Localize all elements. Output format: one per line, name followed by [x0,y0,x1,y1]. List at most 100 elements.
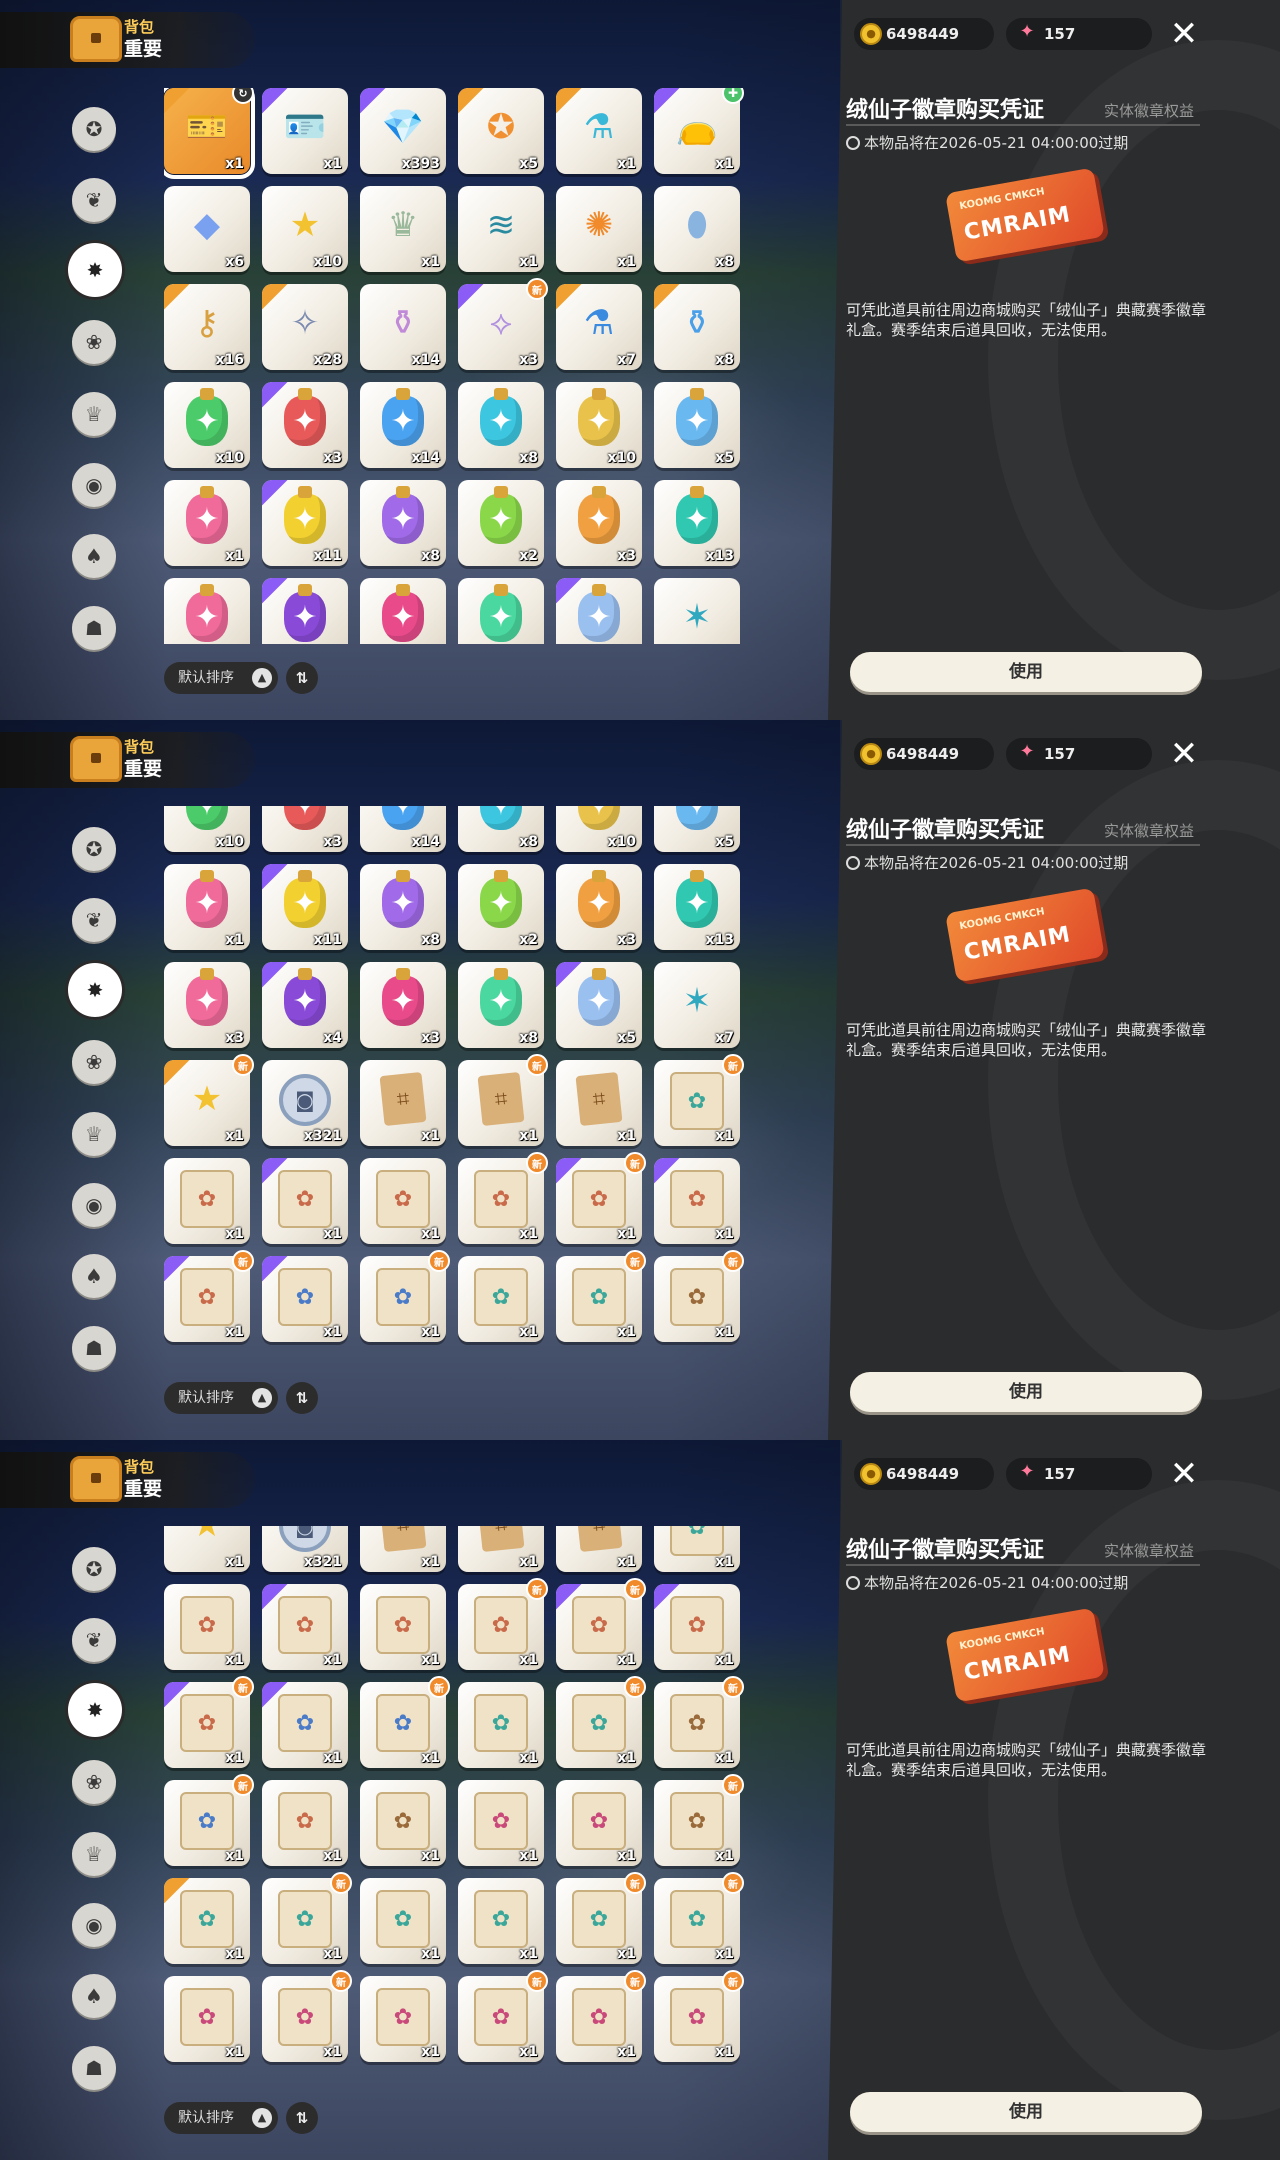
inventory-item-scroll-red[interactable]: ✿ x1 新 [458,1152,548,1244]
leaf-ball-icon[interactable]: ❀ [72,1760,116,1804]
leaf-icon[interactable]: ❦ [72,178,116,222]
inventory-item-p-teal[interactable]: ✦ x13 [654,480,740,566]
sort-button[interactable]: 默认排序 ▲ [164,1382,278,1414]
inventory-item-scroll-pink[interactable]: ✿ x1 新 [458,1970,548,2062]
inventory-item-scroll-teal[interactable]: ✿ x1 新 [654,1054,744,1146]
inventory-item-crystal-bottle[interactable]: ⟡ x3 新 [458,278,548,370]
inventory-item-p-red[interactable]: ✦ x3 [262,806,348,852]
inventory-item-scroll-pink[interactable]: ✿ x1 新 [262,1970,352,2062]
inventory-item-p-swirl[interactable]: ✦ [556,578,642,644]
inventory-item-teal-star[interactable]: ✶ [654,578,740,644]
acorn-icon[interactable]: ♠ [72,1974,116,2018]
close-icon[interactable]: ✕ [1166,16,1202,52]
inventory-item-coin[interactable]: ◙ x321 [262,1060,348,1146]
inventory-item-crown[interactable]: ♛ x1 [360,186,446,272]
inventory-item-scroll-blue[interactable]: ✿ x1 [262,1682,348,1768]
inventory-item-scroll-blue[interactable]: ✿ x1 新 [360,1250,450,1342]
inventory-item-gold-star[interactable]: ★ x1 [164,1526,250,1572]
inventory-item-sunflower[interactable]: ✺ x1 [556,186,642,272]
inventory-item-scroll-teal[interactable]: ✿ x1 [458,1878,544,1964]
inventory-item-scroll-red[interactable]: ✿ x1 [262,1158,348,1244]
compass-star-icon[interactable]: ✸ [68,963,122,1017]
use-button[interactable]: 使用 [850,2092,1202,2132]
inventory-item-scroll-pink[interactable]: ✿ x1 新 [654,1970,744,2062]
inventory-item-scroll-pink[interactable]: ✿ x1 [164,1976,250,2062]
inventory-item-scroll-pink[interactable]: ✿ x1 新 [556,1970,646,2062]
sort-button[interactable]: 默认排序 ▲ [164,662,278,694]
inventory-item-p-orange[interactable]: ✦ x3 [556,864,642,950]
inventory-item-stone[interactable]: ⬮ x8 [654,186,740,272]
inventory-item-p-gold[interactable]: ✦ x10 [556,382,642,468]
inventory-item-p-swirl[interactable]: ✦ x5 [556,962,642,1048]
inventory-item-p-pink[interactable]: ✦ [164,578,250,644]
inventory-item-scroll-red[interactable]: ✿ x1 [164,1158,250,1244]
inventory-item-rainbow-bottle[interactable]: ⚱ x14 [360,284,446,370]
inventory-item-wave[interactable]: ≋ x1 [458,186,544,272]
inventory-item-p-yellow[interactable]: ✦ x11 [262,864,348,950]
inventory-item-scroll-red[interactable]: ✿ x1 新 [556,1152,646,1244]
inventory-item-scroll-brown[interactable]: ✿ x1 新 [654,1676,744,1768]
inventory-item-scroll-blue[interactable]: ✿ x1 [262,1256,348,1342]
item-grid[interactable]: ✦ x10 ✦ x3 ✦ x14 ✦ x8 ✦ x10 ✦ x5 ✦ x1 ✦ x11 ✦ x8 ✦ x2 ✦ x3 ✦ x1… [164,806,754,1362]
tab-important[interactable]: 重要 [124,754,162,781]
inventory-item-map[interactable]: ⌗x1 [556,1060,642,1146]
inventory-item-p-red[interactable]: ✦ x3 [262,382,348,468]
inventory-item-p-green[interactable]: ✦ x10 [164,382,250,468]
inventory-item-crystal[interactable]: 💎 x393 [360,88,446,174]
inventory-item-map[interactable]: ⌗ x1 新 [458,1054,548,1146]
sort-direction-icon[interactable]: ▲ [252,668,272,688]
order-toggle-icon[interactable]: ⇅ [286,662,318,694]
sort-direction-icon[interactable]: ▲ [252,1388,272,1408]
inventory-item-p-mint[interactable]: ✦ [458,578,544,644]
crown-card-icon[interactable]: ♕ [72,1112,116,1156]
inventory-item-scroll-teal[interactable]: ✿ x1 新 [556,1872,646,1964]
leaf-icon[interactable]: ❦ [72,898,116,942]
inventory-item-scroll-pink[interactable]: ✿ x1 [458,1780,544,1866]
tab-important[interactable]: 重要 [124,34,162,61]
inventory-item-scroll-red[interactable]: ✿ x1 [262,1780,348,1866]
inventory-item-scroll-teal[interactable]: ✿ x1 新 [262,1872,352,1964]
inventory-item-gem[interactable]: ◆ x6 [164,186,250,272]
tab-important[interactable]: 重要 [124,1474,162,1501]
inventory-item-scroll-red[interactable]: ✿ x1 [360,1584,446,1670]
inventory-item-star[interactable]: ★ x10 [262,186,348,272]
sort-direction-icon[interactable]: ▲ [252,2108,272,2128]
ball-icon[interactable]: ◉ [72,1183,116,1227]
leaf-icon[interactable]: ❦ [72,1618,116,1662]
inventory-item-p-blue[interactable]: ✦ x14 [360,382,446,468]
inventory-item-scroll-red[interactable]: ✿ x1 新 [556,1578,646,1670]
inventory-item-p-rose[interactable]: ✦ x3 [360,962,446,1048]
crown-card-icon[interactable]: ♕ [72,392,116,436]
chest-face-icon[interactable]: ☗ [72,1326,116,1370]
inventory-item-star-coin[interactable]: ✪ x5 [458,88,544,174]
compass-star-icon[interactable]: ✸ [68,243,122,297]
ball-icon[interactable]: ◉ [72,1903,116,1947]
ball-icon[interactable]: ◉ [72,463,116,507]
close-icon[interactable]: ✕ [1166,1456,1202,1492]
inventory-item-key[interactable]: ⚷ x16 [164,284,250,370]
inventory-item-scroll-teal[interactable]: ✿ x1 [654,1526,740,1572]
star-badge-icon[interactable]: ✪ [72,827,116,871]
inventory-item-p-violet[interactable]: ✦ x8 [360,864,446,950]
inventory-item-scroll-red[interactable]: ✿ x1 [360,1158,446,1244]
inventory-item-p-pink[interactable]: ✦ x1 [164,480,250,566]
item-grid[interactable]: ★x1◙x321⌗x1⌗x1⌗x1✿x1✿x1✿x1✿x1✿x1新✿x1新✿x1… [164,1526,754,2082]
inventory-item-p-sky[interactable]: ✦ x5 [654,806,740,852]
inventory-item-p-pink[interactable]: ✦ x1 [164,864,250,950]
inventory-item-scroll-red[interactable]: ✿ x1 [654,1158,740,1244]
inventory-item-teal-star[interactable]: ✶ x7 [654,962,740,1048]
inventory-item-scroll-red[interactable]: ✿ x1 [654,1584,740,1670]
inventory-item-scroll-brown[interactable]: ✿ x1 [360,1780,446,1866]
use-button[interactable]: 使用 [850,1372,1202,1412]
use-button[interactable]: 使用 [850,652,1202,692]
inventory-item-scroll-brown[interactable]: ✿ x1 新 [654,1774,744,1866]
inventory-item-scroll-blue[interactable]: ✿ x1 新 [360,1676,450,1768]
inventory-item-p-blue[interactable]: ✦ x14 [360,806,446,852]
close-icon[interactable]: ✕ [1166,736,1202,772]
inventory-item-scroll-red[interactable]: ✿ x1 新 [164,1250,254,1342]
inventory-item-p-lime[interactable]: ✦ x2 [458,480,544,566]
inventory-item-scroll-teal[interactable]: ✿ x1 [360,1878,446,1964]
leaf-ball-icon[interactable]: ❀ [72,320,116,364]
acorn-icon[interactable]: ♠ [72,1254,116,1298]
inventory-item-card[interactable]: 🪪 x1 [262,88,348,174]
